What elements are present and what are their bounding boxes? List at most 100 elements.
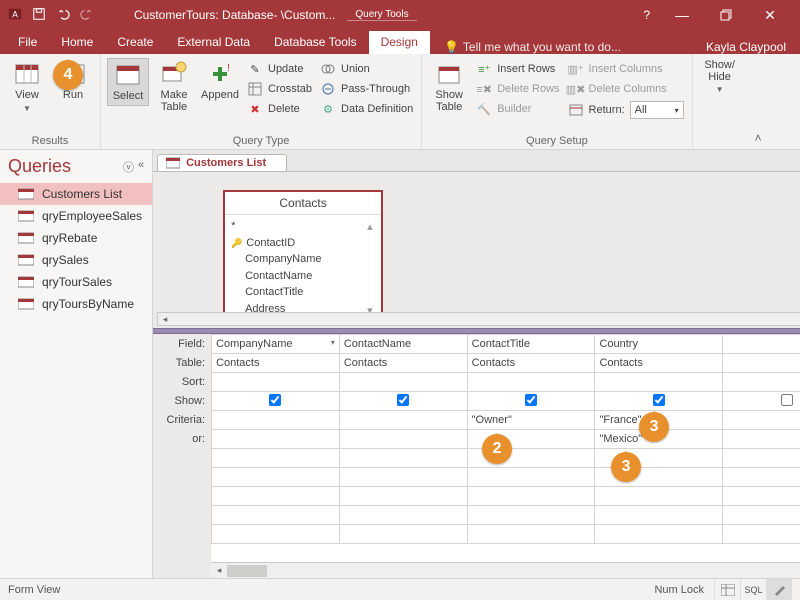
union-button[interactable]: Union bbox=[318, 60, 415, 78]
view-button[interactable]: View ▼ bbox=[6, 58, 48, 115]
field-star[interactable]: * bbox=[231, 218, 375, 235]
chevron-down-icon: ▾ bbox=[675, 106, 679, 115]
show-hide-button[interactable]: Show/ Hide ▼ bbox=[699, 58, 741, 96]
rowlabel-sort: Sort: bbox=[153, 373, 211, 392]
cell-or-1[interactable] bbox=[339, 430, 467, 449]
cell-crit-1[interactable] bbox=[339, 411, 467, 430]
delete-rows-button[interactable]: ≡✖Delete Rows bbox=[474, 80, 561, 98]
grid-hscroll[interactable]: ◂ ▸ bbox=[211, 562, 800, 578]
show-check-0[interactable] bbox=[269, 394, 281, 406]
cell-table-0[interactable]: Contacts bbox=[212, 354, 340, 373]
show-check-1[interactable] bbox=[397, 394, 409, 406]
show-check-2[interactable] bbox=[525, 394, 537, 406]
update-icon: ✎ bbox=[247, 61, 263, 77]
tab-external-data[interactable]: External Data bbox=[165, 31, 262, 54]
rowlabel-criteria: Criteria: bbox=[153, 411, 211, 430]
user-name[interactable]: Kayla Claypool bbox=[706, 40, 800, 54]
nav-item-qrytoursales[interactable]: qryTourSales bbox=[0, 271, 152, 293]
restore-button[interactable] bbox=[704, 1, 748, 29]
show-table-button[interactable]: Show Table bbox=[428, 58, 470, 115]
tab-file[interactable]: File bbox=[6, 31, 49, 54]
close-button[interactable]: ✕ bbox=[748, 1, 792, 29]
append-button[interactable]: ! Append bbox=[199, 58, 241, 104]
data-definition-button[interactable]: ⚙Data Definition bbox=[318, 100, 415, 118]
make-table-icon bbox=[160, 60, 188, 88]
pass-through-icon bbox=[320, 81, 336, 97]
field-contactid[interactable]: 🔑ContactID bbox=[231, 235, 375, 252]
save-icon[interactable] bbox=[32, 7, 46, 24]
qbe-grid[interactable]: CompanyName▾ ContactName ContactTitle Co… bbox=[211, 334, 800, 578]
redo-icon[interactable] bbox=[80, 7, 94, 24]
field-contacttitle[interactable]: ContactTitle bbox=[231, 284, 375, 301]
crosstab-button[interactable]: Crosstab bbox=[245, 80, 314, 98]
delete-button[interactable]: ✖Delete bbox=[245, 100, 314, 118]
builder-button[interactable]: 🔨Builder bbox=[474, 100, 561, 118]
tab-create[interactable]: Create bbox=[105, 31, 165, 54]
update-button[interactable]: ✎Update bbox=[245, 60, 314, 78]
field-contactname[interactable]: ContactName bbox=[231, 268, 375, 285]
field-list-scrollbar[interactable]: ▴▾ bbox=[367, 219, 379, 319]
pass-through-button[interactable]: Pass-Through bbox=[318, 80, 415, 98]
tab-home[interactable]: Home bbox=[49, 31, 105, 54]
document-area: Customers List × Contacts * 🔑ContactID C… bbox=[153, 150, 800, 578]
chevron-down-icon[interactable]: ▾ bbox=[331, 338, 335, 347]
nav-collapse-icon[interactable]: « bbox=[138, 159, 144, 175]
cell-field-0[interactable]: CompanyName▾ bbox=[212, 335, 340, 354]
group-results-label: Results bbox=[6, 133, 94, 149]
ribbon-collapse-icon[interactable]: ˄ bbox=[747, 127, 770, 149]
grid-row-labels: Field: Table: Sort: Show: Criteria: or: bbox=[153, 334, 211, 578]
scroll-left-icon[interactable]: ◂ bbox=[211, 565, 227, 576]
insert-cols-icon: ▥⁺ bbox=[568, 61, 584, 77]
cell-table-1[interactable]: Contacts bbox=[339, 354, 467, 373]
lightbulb-icon: 💡 bbox=[444, 40, 459, 54]
cell-table-4[interactable] bbox=[723, 354, 800, 373]
nav-dropdown-icon[interactable]: ⓥ bbox=[123, 159, 134, 175]
access-app-icon: A bbox=[8, 7, 22, 24]
cell-field-3[interactable]: Country bbox=[595, 335, 723, 354]
show-check-4[interactable] bbox=[781, 394, 793, 406]
scroll-left-icon[interactable]: ◂ bbox=[158, 314, 172, 325]
nav-item-customers-list[interactable]: Customers List bbox=[0, 183, 152, 205]
tell-me-search[interactable]: 💡 Tell me what you want to do... bbox=[444, 40, 621, 54]
cell-table-2[interactable]: Contacts bbox=[467, 354, 595, 373]
tab-database-tools[interactable]: Database Tools bbox=[262, 31, 369, 54]
cell-crit-2[interactable]: "Owner" bbox=[467, 411, 595, 430]
show-table-label: Show Table bbox=[435, 90, 463, 113]
nav-item-qrysales[interactable]: qrySales bbox=[0, 249, 152, 271]
sql-view-icon[interactable]: SQL bbox=[740, 579, 766, 600]
ribbon: View ▼ ! Run Results 4 Select Make Table… bbox=[0, 54, 800, 150]
datasheet-view-icon[interactable] bbox=[714, 579, 740, 600]
show-check-3[interactable] bbox=[653, 394, 665, 406]
return-control[interactable]: Return: All▾ bbox=[566, 100, 686, 120]
tab-design[interactable]: Design bbox=[369, 31, 430, 54]
make-table-button[interactable]: Make Table bbox=[153, 58, 195, 115]
svg-text:A: A bbox=[12, 9, 18, 19]
cell-field-4[interactable] bbox=[723, 335, 800, 354]
select-query-button[interactable]: Select bbox=[107, 58, 149, 106]
nav-item-qrytoursbyname[interactable]: qryToursByName bbox=[0, 293, 152, 315]
minimize-button[interactable]: — bbox=[660, 1, 704, 29]
nav-item-qryrebate[interactable]: qryRebate bbox=[0, 227, 152, 249]
upper-hscroll[interactable]: ◂▸ bbox=[157, 312, 800, 326]
doc-tab-customers-list[interactable]: Customers List bbox=[157, 154, 287, 171]
cell-table-3[interactable]: Contacts bbox=[595, 354, 723, 373]
delete-columns-button[interactable]: ▥✖Delete Columns bbox=[566, 80, 686, 98]
cell-crit-0[interactable] bbox=[212, 411, 340, 430]
cell-field-2[interactable]: ContactTitle bbox=[467, 335, 595, 354]
cell-or-0[interactable] bbox=[212, 430, 340, 449]
nav-header[interactable]: Queries ⓥ « bbox=[0, 150, 152, 183]
undo-icon[interactable] bbox=[56, 7, 70, 24]
scroll-thumb[interactable] bbox=[227, 565, 267, 577]
design-view-icon[interactable] bbox=[766, 579, 792, 600]
field-list-contacts[interactable]: Contacts * 🔑ContactID CompanyName Contac… bbox=[223, 190, 383, 325]
insert-rows-button[interactable]: ≡⁺Insert Rows bbox=[474, 60, 561, 78]
nav-item-qryemployeesales[interactable]: qryEmployeeSales bbox=[0, 205, 152, 227]
insert-columns-button[interactable]: ▥⁺Insert Columns bbox=[566, 60, 686, 78]
cell-field-1[interactable]: ContactName bbox=[339, 335, 467, 354]
select-icon bbox=[114, 61, 142, 89]
help-icon[interactable]: ? bbox=[633, 8, 660, 22]
row-show bbox=[212, 392, 800, 411]
field-companyname[interactable]: CompanyName bbox=[231, 251, 375, 268]
return-combo[interactable]: All▾ bbox=[630, 101, 684, 119]
query-design-upper-pane[interactable]: Contacts * 🔑ContactID CompanyName Contac… bbox=[153, 172, 800, 328]
